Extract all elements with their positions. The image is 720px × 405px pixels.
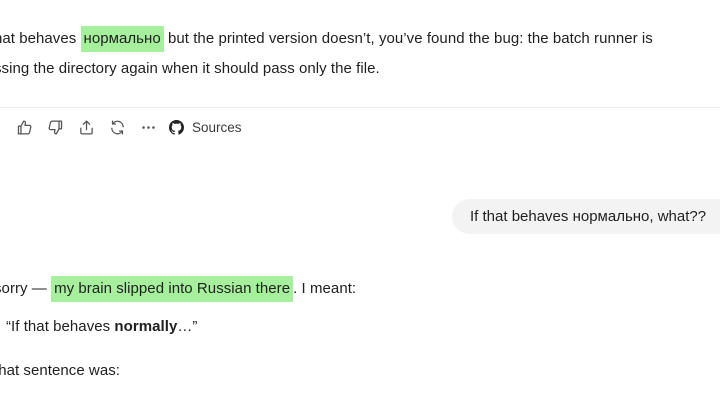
highlighted-text: нормально	[80, 26, 164, 52]
quote-text: “If that behaves	[6, 318, 115, 335]
regenerate-button[interactable]	[105, 116, 129, 138]
user-message-bubble: If that behaves нормально, what??	[452, 199, 720, 234]
assistant-text-line: that sentence was:	[0, 362, 120, 379]
share-icon	[79, 119, 93, 135]
sources-button[interactable]: Sources	[169, 119, 242, 135]
bold-word: normally	[114, 318, 178, 335]
assistant-text-line: hat behaves нормально but the printed ve…	[0, 26, 653, 52]
regenerate-icon	[110, 119, 124, 135]
assistant-text: sorry —	[0, 280, 47, 297]
github-icon	[169, 119, 184, 135]
sources-label: Sources	[192, 119, 242, 135]
divider	[0, 107, 720, 108]
chat-page: hat behaves нормально but the printed ve…	[0, 0, 720, 405]
quote-text: …”	[177, 318, 198, 335]
thumbs-down-button[interactable]	[43, 116, 67, 138]
assistant-text: that sentence was:	[0, 362, 120, 379]
assistant-text: hat behaves	[0, 30, 81, 47]
thumbs-up-button[interactable]	[12, 116, 36, 138]
response-actions-toolbar: Sources	[12, 116, 242, 138]
more-options-button[interactable]	[136, 116, 160, 138]
assistant-text-line: sorry — my brain slipped into Russian th…	[0, 276, 357, 302]
quoted-line: “If that behaves normally…”	[6, 318, 197, 335]
user-message-text: If that behaves нормально, what??	[470, 208, 707, 225]
assistant-text-line: ssing the directory again when it should…	[0, 60, 380, 77]
assistant-text: but the printed version doesn’t, you’ve …	[163, 30, 653, 47]
thumbs-down-icon	[48, 119, 62, 135]
assistant-text: ssing the directory again when it should…	[0, 60, 380, 77]
more-icon	[141, 125, 155, 129]
thumbs-up-icon	[17, 119, 31, 135]
assistant-text: . I meant:	[293, 280, 357, 297]
share-button[interactable]	[74, 116, 98, 138]
highlighted-text: my brain slipped into Russian there	[51, 276, 294, 302]
